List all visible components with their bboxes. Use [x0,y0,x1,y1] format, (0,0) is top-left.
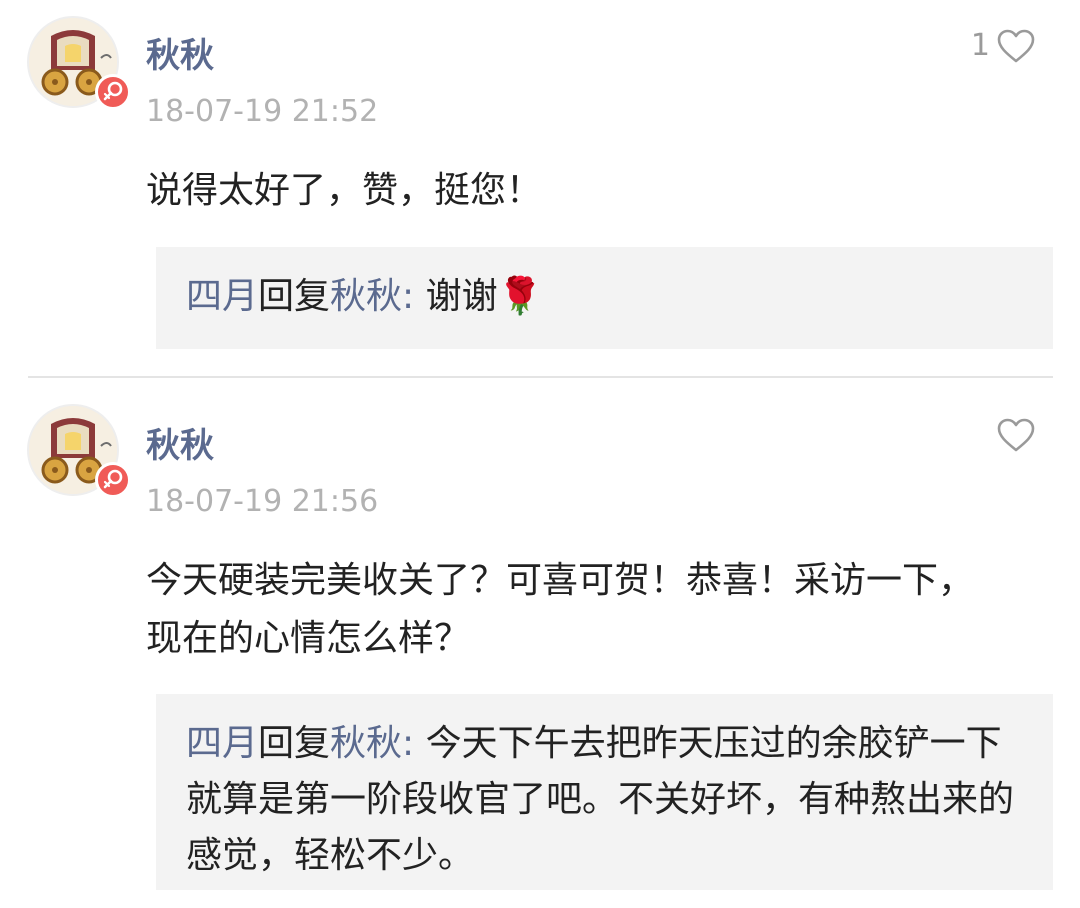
comment-text: 说得太好了，赞，挺您！ [146,170,543,211]
comment-item: 秋秋 18-07-19 21:52 1 说得太好了，赞，挺您！ 四月回复秋秋: … [0,0,1080,370]
reply-content: 四月回复秋秋: 谢谢🌹 [186,269,1023,325]
avatar-container[interactable] [27,16,131,110]
reply-box[interactable]: 四月回复秋秋: 今天下午去把昨天压过的余胶铲一下就算是第一阶段收官了吧。不关好坏… [156,694,1053,890]
avatar-container[interactable] [27,404,131,498]
reply-verb: 回复 [258,723,331,764]
comment-divider [28,376,1053,378]
like-button[interactable] [990,413,1036,457]
reply-text-spacer [414,276,425,317]
like-count: 1 [970,28,990,63]
reply-author[interactable]: 四月 [186,723,258,764]
reply-colon: : [402,723,415,764]
username[interactable]: 秋秋 [146,426,214,466]
reply-box[interactable]: 四月回复秋秋: 谢谢🌹 [156,247,1053,349]
reply-content: 四月回复秋秋: 今天下午去把昨天压过的余胶铲一下就算是第一阶段收官了吧。不关好坏… [186,716,1016,884]
heart-outline-icon[interactable] [996,28,1036,64]
reply-text-spacer [414,723,425,764]
reply-target[interactable]: 秋秋 [330,723,402,764]
like-button[interactable]: 1 [971,24,1036,68]
timestamp: 18-07-19 21:56 [146,484,379,519]
comment-text: 今天硬装完美收关了？可喜可贺！恭喜！采访一下，现在的心情怎么样？ [146,560,975,659]
username[interactable]: 秋秋 [146,36,214,76]
comment-item: 秋秋 18-07-19 21:56 今天硬装完美收关了？可喜可贺！恭喜！采访一下… [0,390,1080,908]
reply-author[interactable]: 四月 [186,276,258,317]
timestamp: 18-07-19 21:52 [146,94,379,129]
heart-outline-icon[interactable] [996,417,1036,453]
reply-target[interactable]: 秋秋 [330,276,402,317]
reply-verb: 回复 [258,276,331,317]
female-icon [103,81,123,101]
gender-badge [95,462,131,498]
reply-text: 谢谢🌹 [425,276,543,317]
female-icon [103,469,123,489]
reply-colon: : [402,276,415,317]
gender-badge [95,74,131,110]
